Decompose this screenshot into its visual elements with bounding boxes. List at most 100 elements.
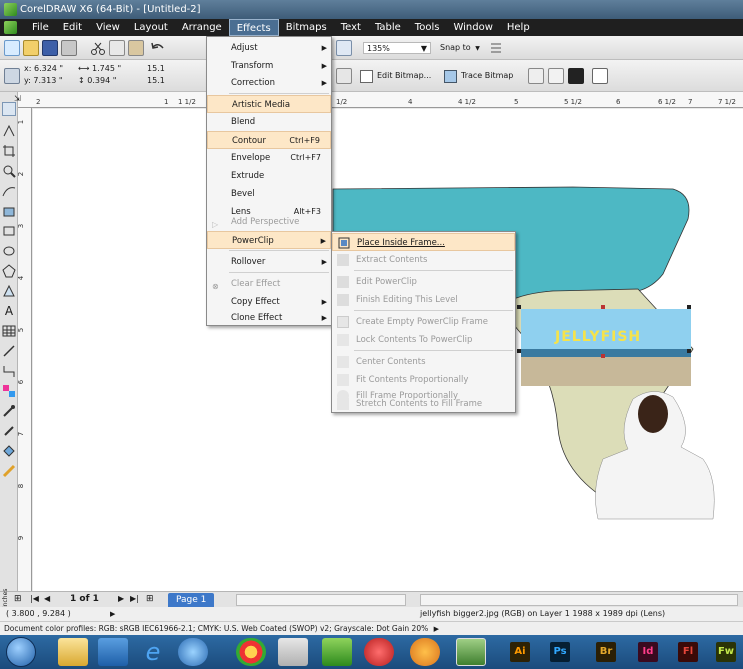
add-page-icon[interactable]: ⊞ bbox=[14, 594, 22, 604]
bitmap-mask-icon[interactable] bbox=[548, 68, 564, 84]
menu-item-finish-editing[interactable]: Finish Editing This Level bbox=[332, 291, 515, 309]
browser-icon[interactable] bbox=[178, 638, 208, 666]
undo-icon[interactable] bbox=[150, 40, 166, 56]
ruler-origin-icon[interactable]: ⇲ bbox=[14, 94, 28, 103]
chrome-icon[interactable] bbox=[236, 638, 266, 666]
internet-explorer-icon[interactable]: e bbox=[138, 638, 168, 666]
menu-file[interactable]: File bbox=[25, 19, 56, 36]
open-icon[interactable] bbox=[23, 40, 39, 56]
menu-text[interactable]: Text bbox=[334, 19, 368, 36]
x-position-field[interactable]: x: 6.324 " bbox=[24, 64, 63, 73]
app-menu-icon[interactable] bbox=[4, 21, 17, 34]
connector-tool-icon[interactable] bbox=[2, 364, 16, 378]
edit-bitmap-button[interactable]: Edit Bitmap... bbox=[356, 67, 436, 85]
snap-to-dropdown[interactable]: Snap to ▼ bbox=[440, 42, 480, 55]
trace-bitmap-button[interactable]: Trace Bitmap bbox=[440, 67, 518, 85]
scale-x-field[interactable]: 15.1 bbox=[147, 64, 165, 73]
add-page-after-icon[interactable]: ⊞ bbox=[146, 594, 154, 604]
object-origin-icon[interactable] bbox=[4, 68, 20, 84]
freehand-tool-icon[interactable] bbox=[2, 184, 16, 198]
menu-view[interactable]: View bbox=[89, 19, 127, 36]
menu-item-lock-contents[interactable]: Lock Contents To PowerClip bbox=[332, 331, 515, 349]
zoom-tool-icon[interactable] bbox=[2, 164, 16, 178]
scale-y-field[interactable]: 15.1 bbox=[147, 76, 165, 85]
image-viewer-icon[interactable] bbox=[456, 638, 486, 666]
menu-item-envelope[interactable]: Envelope Ctrl+F7 bbox=[207, 149, 331, 167]
app-shield-icon[interactable] bbox=[364, 638, 394, 666]
menu-effects[interactable]: Effects bbox=[228, 19, 279, 36]
coreldraw-taskbar-icon[interactable] bbox=[322, 638, 352, 666]
menu-item-create-empty-frame[interactable]: Create Empty PowerClip Frame bbox=[332, 313, 515, 331]
first-page-icon[interactable]: |◀ bbox=[30, 594, 39, 603]
convert-bitmap-icon[interactable] bbox=[568, 68, 584, 84]
smart-fill-icon[interactable] bbox=[2, 204, 16, 218]
horizontal-scrollbar[interactable] bbox=[420, 594, 738, 606]
pick-tool-icon[interactable] bbox=[2, 102, 16, 116]
expand-status-icon[interactable]: ▶ bbox=[110, 607, 115, 621]
rectangle-tool-icon[interactable] bbox=[2, 224, 16, 238]
outline-pen-icon[interactable] bbox=[2, 424, 16, 438]
color-profile-bar[interactable]: Document color profiles: RGB: sRGB IEC61… bbox=[0, 621, 743, 635]
menu-item-edit-powerclip[interactable]: Edit PowerClip bbox=[332, 273, 515, 291]
menu-item-powerclip[interactable]: PowerClip ▶ bbox=[207, 231, 331, 249]
polygon-tool-icon[interactable] bbox=[2, 264, 16, 278]
paste-icon[interactable] bbox=[128, 40, 144, 56]
file-explorer-icon[interactable] bbox=[58, 638, 88, 666]
new-document-icon[interactable] bbox=[4, 40, 20, 56]
menu-item-contour[interactable]: Contour Ctrl+F9 bbox=[207, 131, 331, 149]
crop-icon[interactable] bbox=[336, 68, 352, 84]
indesign-icon[interactable]: Id bbox=[638, 642, 658, 662]
basic-shapes-icon[interactable] bbox=[2, 284, 16, 298]
y-position-field[interactable]: y: 7.313 " bbox=[24, 76, 63, 85]
interactive-fill-icon[interactable] bbox=[2, 464, 16, 478]
expand-profiles-icon[interactable]: ▶ bbox=[434, 625, 439, 633]
photoshop-icon[interactable]: Ps bbox=[550, 642, 570, 662]
menu-item-adjust[interactable]: Adjust ▶ bbox=[207, 39, 331, 57]
height-field[interactable]: ↕ 0.394 " bbox=[78, 76, 116, 85]
options-icon[interactable] bbox=[488, 40, 504, 56]
menu-item-stretch-contents[interactable]: Stretch Contents to Fill Frame bbox=[332, 395, 515, 413]
next-page-icon[interactable]: ▶ bbox=[118, 594, 124, 603]
menu-edit[interactable]: Edit bbox=[56, 19, 89, 36]
menu-window[interactable]: Window bbox=[446, 19, 499, 36]
text-tool-icon[interactable]: A bbox=[2, 304, 16, 318]
width-field[interactable]: ⟷ 1.745 " bbox=[78, 64, 121, 73]
illustrator-icon[interactable]: Ai bbox=[510, 642, 530, 662]
menu-layout[interactable]: Layout bbox=[127, 19, 175, 36]
horizontal-ruler[interactable]: ⇲ 2 1 1 1/2 2 1/2 4 4 1/2 5 5 1/2 6 6 1/… bbox=[14, 92, 743, 108]
application-launcher-icon[interactable] bbox=[336, 40, 352, 56]
menu-item-rollover[interactable]: Rollover ▶ bbox=[207, 253, 331, 271]
menu-item-clone-effect[interactable]: Clone Effect ▶ bbox=[207, 309, 331, 327]
fireworks-icon[interactable]: Fw bbox=[716, 642, 736, 662]
table-tool-icon[interactable] bbox=[2, 324, 16, 338]
print-icon[interactable] bbox=[61, 40, 77, 56]
save-icon[interactable] bbox=[42, 40, 58, 56]
menu-table[interactable]: Table bbox=[368, 19, 408, 36]
menu-item-center-contents[interactable]: Center Contents bbox=[332, 353, 515, 371]
eyedropper-tool-icon[interactable] bbox=[2, 404, 16, 418]
page-tab[interactable]: Page 1 bbox=[168, 593, 215, 607]
app-orange-icon[interactable] bbox=[410, 638, 440, 666]
menu-item-artistic-media[interactable]: Artistic Media bbox=[207, 95, 331, 113]
ellipse-tool-icon[interactable] bbox=[2, 244, 16, 258]
menu-arrange[interactable]: Arrange bbox=[175, 19, 229, 36]
menu-item-transform[interactable]: Transform ▶ bbox=[207, 57, 331, 75]
menu-item-extrude[interactable]: Extrude bbox=[207, 167, 331, 185]
blend-tool-icon[interactable] bbox=[2, 384, 16, 398]
menu-item-bevel[interactable]: Bevel bbox=[207, 185, 331, 203]
menu-item-clear-effect[interactable]: ⊗ Clear Effect bbox=[207, 275, 331, 293]
menu-item-add-perspective[interactable]: ▷ Add Perspective bbox=[207, 213, 331, 231]
menu-item-extract-contents[interactable]: Extract Contents bbox=[332, 251, 515, 269]
last-page-icon[interactable]: ▶| bbox=[130, 594, 139, 603]
wrap-text-icon[interactable] bbox=[592, 68, 608, 84]
start-button[interactable] bbox=[6, 637, 36, 667]
media-player-icon[interactable] bbox=[98, 638, 128, 666]
zoom-level-combo[interactable]: 135% ▼ bbox=[363, 42, 431, 54]
copy-icon[interactable] bbox=[109, 40, 125, 56]
resample-icon[interactable] bbox=[528, 68, 544, 84]
menu-bitmaps[interactable]: Bitmaps bbox=[279, 19, 334, 36]
window-title-bar[interactable]: CorelDRAW X6 (64-Bit) - [Untitled-2] bbox=[0, 0, 743, 19]
cut-icon[interactable] bbox=[90, 40, 106, 56]
menu-item-place-inside-frame[interactable]: Place Inside Frame... bbox=[332, 233, 515, 251]
bridge-icon[interactable]: Br bbox=[596, 642, 616, 662]
